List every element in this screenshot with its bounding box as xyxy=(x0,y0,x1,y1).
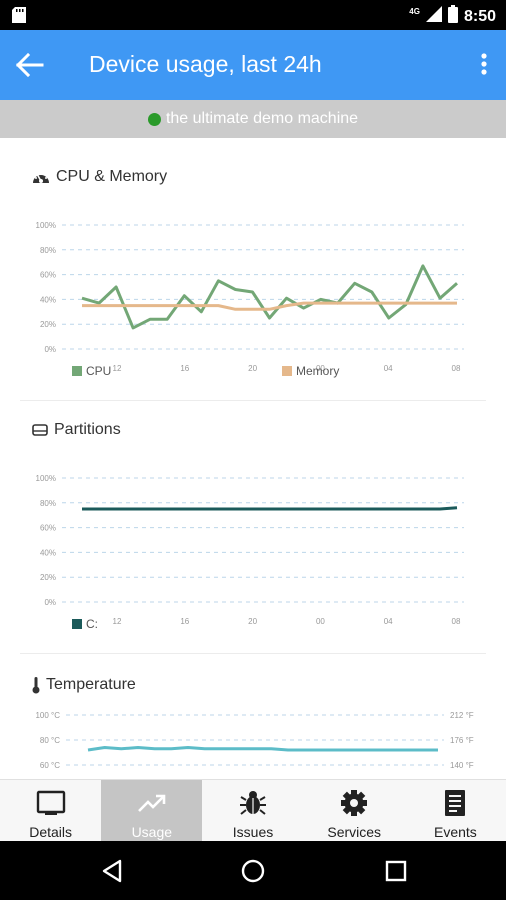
trending-up-icon xyxy=(137,794,166,812)
nav-details[interactable]: Details xyxy=(0,780,101,841)
temperature-chart: 100 °C 80 °C 60 °C 212 °F 176 °F 140 °F xyxy=(35,711,474,770)
y-tick-label: 0% xyxy=(44,345,56,354)
y-tick-label: 20% xyxy=(40,320,56,329)
x-tick-label: 12 xyxy=(113,617,122,626)
signal-icon xyxy=(425,6,442,27)
speedometer-icon xyxy=(33,172,49,183)
legend-label: CPU xyxy=(86,364,112,378)
bottom-navigation: Details Usage Issues Services Events xyxy=(0,779,506,841)
x-tick-label: 08 xyxy=(452,617,461,626)
y-tick-label: 100% xyxy=(36,474,56,483)
temperature-title: Temperature xyxy=(46,676,136,693)
y-tick-label: 20% xyxy=(40,573,56,582)
square-recents-icon xyxy=(385,860,407,882)
card-title: Temperature xyxy=(32,676,136,694)
device-name: the ultimate demo machine xyxy=(165,110,359,127)
card-title: CPU & Memory xyxy=(32,168,167,186)
nav-label: Details xyxy=(29,824,72,840)
nav-label: Services xyxy=(327,824,382,840)
arrow-left-icon xyxy=(15,52,44,78)
legend-item-memory: Memory xyxy=(282,364,339,378)
legend-item-c-drive: C: xyxy=(72,617,98,631)
nav-label: Usage xyxy=(131,824,173,840)
circle-home-icon xyxy=(241,859,265,883)
nav-usage[interactable]: Usage xyxy=(101,780,203,841)
series-line-cpu xyxy=(81,264,458,330)
triangle-back-icon xyxy=(102,859,122,883)
y-tick-label: 100 °C xyxy=(35,711,60,720)
card-divider xyxy=(20,653,486,654)
card-title: Partitions xyxy=(32,421,121,439)
legend-item-cpu: CPU xyxy=(72,364,111,378)
system-navigation-bar xyxy=(0,841,506,900)
system-home-button[interactable] xyxy=(241,859,265,883)
x-tick-label: 16 xyxy=(180,617,189,626)
y-tick-label: 100% xyxy=(36,221,56,230)
more-vertical-icon xyxy=(481,53,487,75)
x-tick-label: 12 xyxy=(113,364,122,373)
y-tick-label: 60 °C xyxy=(40,761,60,770)
y-tick-label: 60% xyxy=(40,524,56,533)
back-button[interactable] xyxy=(14,51,48,79)
cpu-memory-chart: 100%80%60%40%20%0%12 16 20 00 04 08 xyxy=(36,221,464,373)
y-tick-label-right: 212 °F xyxy=(450,711,474,720)
x-tick-label: 08 xyxy=(452,364,461,373)
y-tick-label: 80 °C xyxy=(40,736,60,745)
x-tick-label: 20 xyxy=(248,364,257,373)
cpu-memory-card: CPU & Memory 100% 80% 60% 40% 20% 0% 12 16 20 00 0… xyxy=(20,160,486,400)
legend-swatch xyxy=(282,366,292,376)
overflow-menu-button[interactable] xyxy=(474,50,494,80)
nav-events[interactable]: Events xyxy=(405,780,506,841)
partitions-chart: 100% 80% 60% 40% 20% 0% 12 16 20 00 04 08 xyxy=(36,474,464,626)
legend-label: C: xyxy=(86,617,98,631)
partitions-card: Partitions 100% 80% 60% 40% 20% 0% 12 16 20 00 04 0… xyxy=(20,413,486,653)
x-tick-label: 00 xyxy=(316,617,325,626)
document-list-icon xyxy=(445,790,466,816)
system-back-button[interactable] xyxy=(100,859,124,883)
nav-label: Issues xyxy=(232,824,274,840)
tablet-icon xyxy=(36,790,65,815)
series-line-c xyxy=(82,506,458,511)
legend-swatch xyxy=(72,366,82,376)
partitions-title: Partitions xyxy=(54,421,121,438)
y-tick-label: 40% xyxy=(40,548,56,557)
y-tick-label-right: 140 °F xyxy=(450,761,474,770)
legend-swatch xyxy=(72,619,82,629)
nav-issues[interactable]: Issues xyxy=(202,780,303,841)
series-line-temperature xyxy=(87,746,438,752)
online-status-dot xyxy=(147,112,161,126)
system-recents-button[interactable] xyxy=(384,859,408,883)
page-title: Device usage, last 24h xyxy=(89,51,322,77)
card-divider xyxy=(20,400,486,401)
nav-label: Events xyxy=(434,824,477,840)
y-tick-label: 0% xyxy=(44,598,56,607)
y-tick-label: 80% xyxy=(40,246,56,255)
y-tick-label: 40% xyxy=(40,295,56,304)
status-bar: 4G 8:50 xyxy=(0,0,506,30)
y-tick-label-right: 176 °F xyxy=(450,736,474,745)
cpu-memory-title: CPU & Memory xyxy=(56,168,168,185)
battery-icon xyxy=(447,5,458,28)
x-tick-label: 04 xyxy=(384,617,393,626)
legend-label: Memory xyxy=(296,364,340,378)
x-tick-label: 16 xyxy=(180,364,189,373)
gear-icon xyxy=(341,790,368,816)
device-status-bar: the ultimate demo machine xyxy=(0,100,506,138)
app-bar: Device usage, last 24h xyxy=(0,30,506,100)
x-tick-label: 04 xyxy=(384,364,393,373)
y-tick-label: 60% xyxy=(40,271,56,280)
sd-card-icon xyxy=(12,7,26,28)
nav-services[interactable]: Services xyxy=(304,780,405,841)
usage-content[interactable]: CPU & Memory 100% 80% 60% 40% 20% 0% 12 16 20 00 0… xyxy=(0,138,506,779)
y-tick-label: 80% xyxy=(40,499,56,508)
hard-drive-icon xyxy=(32,424,48,436)
x-tick-label: 20 xyxy=(248,617,257,626)
thermometer-icon xyxy=(32,677,40,694)
clock: 8:50 xyxy=(463,7,496,25)
bug-icon xyxy=(240,791,266,815)
network-type: 4G xyxy=(409,7,420,16)
temperature-card: Temperature 100 °C 80 °C 60 °C 212 °F 176 °F… xyxy=(20,668,486,779)
